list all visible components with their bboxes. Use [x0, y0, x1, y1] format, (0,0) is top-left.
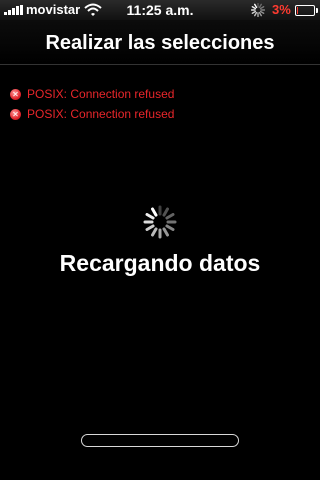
error-x-icon: ✕ [10, 108, 21, 120]
page-title: Realizar las selecciones [45, 32, 275, 54]
error-list: ✕ POSIX: Connection refused ✕ POSIX: Con… [10, 84, 174, 124]
activity-spinner-icon [251, 3, 265, 17]
nav-bar: Realizar las selecciones [0, 20, 320, 65]
battery-level [297, 7, 298, 14]
app-screen: movistar 11:25 a.m. 3% Realizar las sele… [0, 0, 320, 480]
error-message: ✕ POSIX: Connection refused [10, 84, 174, 104]
status-bar: movistar 11:25 a.m. 3% [0, 0, 320, 20]
error-text: POSIX: Connection refused [27, 87, 175, 101]
error-x-icon: ✕ [10, 88, 21, 100]
battery-percent: 3% [272, 2, 291, 17]
progress-bar [81, 434, 239, 447]
battery-icon [295, 5, 318, 16]
spinner-icon [143, 205, 177, 239]
error-text: POSIX: Connection refused [27, 107, 175, 121]
loading-text: Recargando datos [59, 250, 261, 276]
error-message: ✕ POSIX: Connection refused [10, 104, 174, 124]
